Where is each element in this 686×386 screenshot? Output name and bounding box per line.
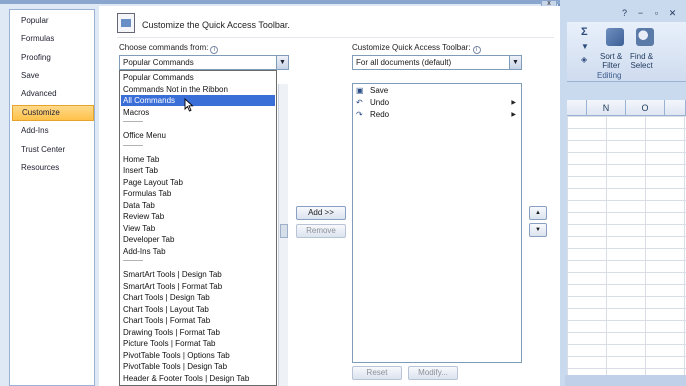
list-item-redo[interactable]: ↷ Redo ▶ [354, 109, 520, 121]
column-header-n[interactable]: N [587, 100, 626, 116]
save-icon: ▣ [356, 86, 364, 95]
dropdown-item[interactable]: View Tab [121, 223, 275, 234]
dropdown-item[interactable]: Picture Tools | Format Tab [121, 338, 275, 349]
page-title: Customize the Quick Access Toolbar. [142, 20, 290, 30]
nav-item-advanced[interactable]: Advanced [12, 86, 94, 102]
dropdown-separator: ---------- [123, 142, 143, 149]
dropdown-item[interactable]: All Commands [121, 95, 275, 106]
nav-item-customize[interactable]: Customize [12, 105, 94, 121]
reset-button[interactable]: Reset [352, 366, 402, 380]
dropdown-item[interactable]: PivotTable Tools | Design Tab [121, 361, 275, 372]
dropdown-arrow-icon[interactable]: ▼ [509, 56, 521, 69]
dialog-title-bar [0, 0, 560, 4]
choose-commands-dropdown[interactable]: Popular Commands Commands Not in the Ribb… [119, 70, 277, 386]
nav-item-formulas[interactable]: Formulas [12, 31, 94, 47]
editing-group-label: Editing [597, 71, 622, 80]
excel-title-buttons: ? − ▫ ✕ [618, 8, 679, 19]
dropdown-item[interactable]: Formulas Tab [121, 188, 275, 199]
find-select-icon[interactable] [636, 28, 654, 46]
dropdown-item[interactable]: Chart Tools | Format Tab [121, 315, 275, 326]
column-header-o[interactable]: O [626, 100, 665, 116]
dropdown-item[interactable]: Home Tab [121, 154, 275, 165]
worksheet-cells[interactable] [567, 116, 686, 386]
fill-icon[interactable]: ▼ [581, 42, 591, 51]
move-up-button[interactable]: ▲ [529, 206, 547, 220]
remove-button[interactable]: Remove [296, 224, 346, 238]
close-icon[interactable]: ✕ [666, 8, 679, 19]
dropdown-item[interactable]: Commands Not in the Ribbon [121, 84, 275, 95]
redo-icon: ↷ [356, 110, 363, 119]
excel-status-bar [565, 375, 686, 386]
help-icon[interactable]: ? [618, 8, 631, 19]
column-headers: N O [567, 100, 686, 116]
dropdown-item[interactable]: Data Tab [121, 200, 275, 211]
dropdown-item[interactable]: Developer Tab [121, 234, 275, 245]
dropdown-item[interactable]: Chart Tools | Layout Tab [121, 304, 275, 315]
restore-icon[interactable]: ▫ [650, 8, 663, 19]
left-list-scrollbar[interactable] [278, 84, 288, 386]
toolbar-commands-list[interactable]: ▣ Save ↶ Undo ▶ ↷ Redo ▶ [352, 83, 522, 363]
modify-button[interactable]: Modify... [408, 366, 458, 380]
info-icon: i [472, 46, 481, 54]
scroll-thumb[interactable] [280, 224, 288, 238]
submenu-arrow-icon: ▶ [511, 112, 516, 118]
choose-commands-label: Choose commands from: i [119, 43, 219, 54]
mouse-cursor-icon [184, 98, 194, 112]
column-header-partial[interactable] [665, 100, 686, 116]
quick-access-toolbar-icon [117, 13, 135, 33]
toolbar-scope-combo[interactable]: For all documents (default) ▼ [352, 55, 522, 70]
find-select-label[interactable]: Find & Select [630, 52, 653, 70]
dropdown-item[interactable]: Office Menu [121, 130, 275, 141]
nav-item-proofing[interactable]: Proofing [12, 50, 94, 66]
dropdown-item[interactable]: Insert Tab [121, 165, 275, 176]
dropdown-item[interactable]: PivotTable Tools | Options Tab [121, 350, 275, 361]
choose-commands-value: Popular Commands [123, 58, 194, 67]
choose-commands-combo[interactable]: Popular Commands ▼ [119, 55, 289, 70]
dropdown-arrow-icon[interactable]: ▼ [276, 56, 288, 69]
dropdown-item[interactable]: Page Layout Tab [121, 177, 275, 188]
submenu-arrow-icon: ▶ [511, 100, 516, 106]
dropdown-item[interactable]: SmartArt Tools | Design Tab [121, 269, 275, 280]
nav-item-popular[interactable]: Popular [12, 13, 94, 29]
nav-item-trust-center[interactable]: Trust Center [12, 142, 94, 158]
move-down-button[interactable]: ▼ [529, 223, 547, 237]
list-item-undo[interactable]: ↶ Undo ▶ [354, 97, 520, 109]
autosum-icon[interactable]: Σ [581, 26, 588, 38]
dropdown-separator: ---------- [123, 258, 143, 264]
dropdown-item[interactable]: SmartArt Tools | Format Tab [121, 281, 275, 292]
add-button[interactable]: Add >> [296, 206, 346, 220]
header-divider [117, 37, 554, 38]
dropdown-item[interactable]: Review Tab [121, 211, 275, 222]
column-header-partial[interactable] [567, 100, 587, 116]
dropdown-item[interactable]: Chart Tools | Design Tab [121, 292, 275, 303]
nav-item-save[interactable]: Save [12, 68, 94, 84]
dropdown-item[interactable]: Macros [121, 107, 275, 118]
list-item-save[interactable]: ▣ Save [354, 85, 520, 97]
dropdown-item[interactable]: Header & Footer Tools | Design Tab [121, 373, 275, 384]
clear-icon[interactable]: ◈ [581, 55, 591, 64]
sort-filter-label[interactable]: Sort & Filter [600, 52, 622, 70]
nav-item-add-ins[interactable]: Add-Ins [12, 123, 94, 139]
minimize-icon[interactable]: − [634, 8, 647, 19]
customize-toolbar-label: Customize Quick Access Toolbar: i [352, 43, 481, 54]
dropdown-item[interactable]: Popular Commands [121, 72, 275, 83]
options-nav: Popular Formulas Proofing Save Advanced … [9, 9, 95, 386]
dropdown-separator: ---------- [123, 119, 143, 125]
toolbar-scope-value: For all documents (default) [356, 58, 452, 67]
undo-icon: ↶ [356, 98, 363, 107]
nav-item-resources[interactable]: Resources [12, 160, 94, 176]
dropdown-item[interactable]: Add-Ins Tab [121, 246, 275, 257]
sort-filter-icon[interactable] [606, 28, 624, 46]
info-icon: i [210, 46, 219, 54]
dropdown-item[interactable]: Drawing Tools | Format Tab [121, 327, 275, 338]
